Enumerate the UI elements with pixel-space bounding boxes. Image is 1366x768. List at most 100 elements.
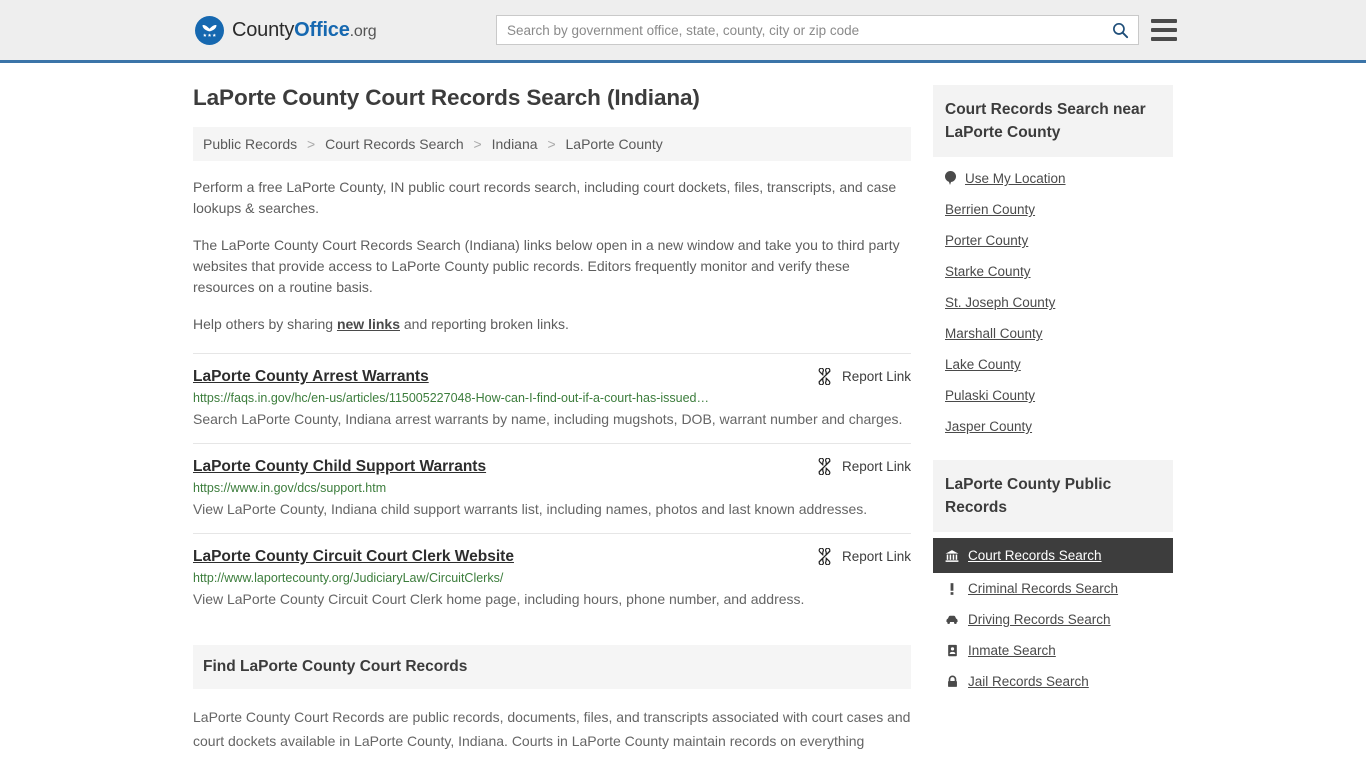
site-header: CountyOffice.org: [0, 0, 1366, 63]
result-title-link[interactable]: LaPorte County Child Support Warrants: [193, 458, 486, 476]
countyoffice-eagle-icon: [195, 15, 224, 45]
sidebar-item-label[interactable]: Court Records Search: [968, 548, 1102, 563]
intro-paragraph-3: Help others by sharing new links and rep…: [193, 314, 911, 335]
sidebar-item-label[interactable]: Criminal Records Search: [968, 581, 1118, 596]
sidebar-item-label[interactable]: St. Joseph County: [945, 295, 1055, 310]
result-url: https://www.in.gov/dcs/support.htm: [193, 481, 387, 495]
sidebar-item-st-joseph-county[interactable]: St. Joseph County: [933, 287, 1173, 318]
sidebar-item-lake-county[interactable]: Lake County: [933, 349, 1173, 380]
intro-text: Perform a free LaPorte County, IN public…: [193, 177, 911, 335]
brand-part1: County: [232, 18, 295, 41]
exclamation-icon: [945, 582, 959, 596]
report-link-label: Report Link: [841, 369, 911, 384]
nearby-search-title: Court Records Search near LaPorte County: [933, 85, 1173, 157]
main-content: LaPorte County Court Records Search (Ind…: [193, 85, 911, 753]
intro-p3-after: and reporting broken links.: [400, 316, 569, 332]
sidebar: Court Records Search near LaPorte County…: [933, 85, 1173, 753]
search-input[interactable]: [497, 16, 1102, 44]
breadcrumb: Public Records > Court Records Search > …: [193, 127, 911, 161]
report-link-button[interactable]: Report Link: [802, 368, 911, 385]
brand-tld: .org: [349, 22, 377, 40]
sidebar-item-label[interactable]: Lake County: [945, 357, 1021, 372]
sidebar-item-starke-county[interactable]: Starke County: [933, 256, 1173, 287]
public-records-title: LaPorte County Public Records: [933, 460, 1173, 532]
brand-part2: Office: [294, 18, 350, 41]
result-header: LaPorte County Child Support Warrants Re…: [193, 458, 911, 476]
intro-paragraph-2: The LaPorte County Court Records Search …: [193, 237, 900, 295]
sidebar-item-label[interactable]: Jasper County: [945, 419, 1032, 434]
hamburger-menu-icon[interactable]: [1151, 19, 1177, 41]
result-item: LaPorte County Circuit Court Clerk Websi…: [193, 533, 911, 623]
broken-chain-icon: [818, 368, 831, 385]
broken-chain-icon: [818, 458, 831, 475]
sidebar-item-label[interactable]: Inmate Search: [968, 643, 1056, 658]
result-url: http://www.laportecounty.org/JudiciaryLa…: [193, 571, 504, 585]
menu-bar-2: [1151, 28, 1177, 32]
menu-bar-1: [1151, 19, 1177, 23]
sidebar-item-label[interactable]: Driving Records Search: [968, 612, 1111, 627]
breadcrumb-separator: >: [473, 136, 482, 152]
search-icon: [1112, 22, 1128, 38]
result-description: View LaPorte County, Indiana child suppo…: [193, 501, 868, 517]
id-card-icon: [945, 643, 959, 658]
sidebar-item-use-my-location[interactable]: Use My Location: [933, 163, 1173, 194]
report-link-label: Report Link: [841, 459, 911, 474]
breadcrumb-item-public-records[interactable]: Public Records: [203, 136, 297, 152]
site-logo[interactable]: CountyOffice.org: [195, 15, 377, 45]
page-body: LaPorte County Court Records Search (Ind…: [0, 63, 1366, 753]
sidebar-item-jail-records-search[interactable]: Jail Records Search: [933, 666, 1173, 697]
result-header: LaPorte County Arrest Warrants Report Li…: [193, 368, 911, 386]
sidebar-item-label[interactable]: Marshall County: [945, 326, 1043, 341]
car-icon: [945, 612, 959, 627]
sidebar-item-criminal-records-search[interactable]: Criminal Records Search: [933, 573, 1173, 604]
public-records-list: Court Records Search Criminal Records Se…: [933, 532, 1173, 697]
result-title-link[interactable]: LaPorte County Arrest Warrants: [193, 368, 429, 386]
report-link-label: Report Link: [841, 549, 911, 564]
sidebar-item-marshall-county[interactable]: Marshall County: [933, 318, 1173, 349]
sidebar-item-label[interactable]: Berrien County: [945, 202, 1035, 217]
result-header: LaPorte County Circuit Court Clerk Websi…: [193, 548, 911, 566]
sidebar-item-jasper-county[interactable]: Jasper County: [933, 411, 1173, 442]
sidebar-item-label[interactable]: Pulaski County: [945, 388, 1035, 403]
sidebar-item-court-records-search[interactable]: Court Records Search: [933, 538, 1173, 573]
find-records-paragraph: LaPorte County Court Records are public …: [193, 709, 911, 749]
page-title: LaPorte County Court Records Search (Ind…: [193, 85, 700, 110]
result-description: View LaPorte County Circuit Court Clerk …: [193, 591, 805, 607]
sidebar-item-label[interactable]: Jail Records Search: [968, 674, 1089, 689]
map-pin-icon: [945, 171, 956, 186]
sidebar-item-berrien-county[interactable]: Berrien County: [933, 194, 1173, 225]
sidebar-item-label[interactable]: Use My Location: [965, 171, 1066, 186]
nearby-search-box: Court Records Search near LaPorte County…: [933, 85, 1173, 442]
breadcrumb-item-indiana[interactable]: Indiana: [492, 136, 538, 152]
result-item: LaPorte County Arrest Warrants Report Li…: [193, 353, 911, 443]
brand-wordmark: CountyOffice.org: [232, 18, 377, 42]
sidebar-item-inmate-search[interactable]: Inmate Search: [933, 635, 1173, 666]
breadcrumb-separator: >: [547, 136, 556, 152]
result-description: Search LaPorte County, Indiana arrest wa…: [193, 411, 903, 427]
new-links-link[interactable]: new links: [337, 316, 400, 332]
result-url: https://faqs.in.gov/hc/en-us/articles/11…: [193, 391, 709, 405]
lock-icon: [945, 674, 959, 689]
find-records-body: LaPorte County Court Records are public …: [193, 705, 911, 753]
find-records-heading: Find LaPorte County Court Records: [193, 645, 911, 689]
menu-bar-3: [1151, 37, 1177, 41]
sidebar-item-label[interactable]: Porter County: [945, 233, 1028, 248]
nearby-search-list: Use My Location Berrien County Porter Co…: [933, 157, 1173, 442]
breadcrumb-separator: >: [307, 136, 316, 152]
search-bar[interactable]: [496, 15, 1139, 45]
result-title-link[interactable]: LaPorte County Circuit Court Clerk Websi…: [193, 548, 514, 566]
report-link-button[interactable]: Report Link: [802, 458, 911, 475]
intro-p3-before: Help others by sharing: [193, 316, 337, 332]
breadcrumb-item-court-records-search[interactable]: Court Records Search: [325, 136, 464, 152]
report-link-button[interactable]: Report Link: [802, 548, 911, 565]
sidebar-item-label[interactable]: Starke County: [945, 264, 1031, 279]
public-records-box: LaPorte County Public Records Court Reco…: [933, 460, 1173, 697]
sidebar-item-porter-county[interactable]: Porter County: [933, 225, 1173, 256]
sidebar-item-pulaski-county[interactable]: Pulaski County: [933, 380, 1173, 411]
search-button[interactable]: [1102, 16, 1138, 44]
broken-chain-icon: [818, 548, 831, 565]
intro-paragraph-1: Perform a free LaPorte County, IN public…: [193, 179, 897, 216]
breadcrumb-item-laporte-county[interactable]: LaPorte County: [566, 136, 663, 152]
sidebar-item-driving-records-search[interactable]: Driving Records Search: [933, 604, 1173, 635]
result-item: LaPorte County Child Support Warrants Re…: [193, 443, 911, 533]
